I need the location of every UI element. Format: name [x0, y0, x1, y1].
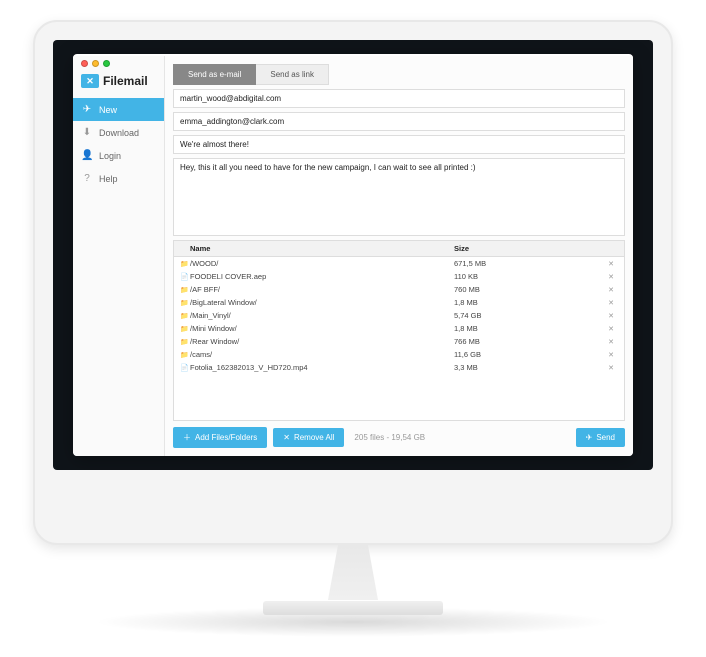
file-size: 1,8 MB: [454, 298, 604, 307]
file-name: /cams/: [190, 350, 454, 359]
main-panel: Send as e-mailSend as link Hey, this it …: [165, 56, 633, 456]
file-size: 110 KB: [454, 272, 604, 281]
remove-file-button[interactable]: ✕: [604, 312, 618, 320]
column-header-name[interactable]: Name: [180, 244, 454, 253]
file-name: /BigLateral Window/: [190, 298, 454, 307]
remove-file-button[interactable]: ✕: [604, 338, 618, 346]
subject-field[interactable]: [173, 135, 625, 154]
table-row[interactable]: 📁/Main_Vinyl/5,74 GB✕: [174, 309, 624, 322]
folder-icon: 📁: [180, 325, 190, 333]
remove-file-button[interactable]: ✕: [604, 273, 618, 281]
file-size: 1,8 MB: [454, 324, 604, 333]
download-icon: ⬇: [81, 127, 93, 138]
monitor-stand: [308, 545, 398, 615]
file-name: /Main_Vinyl/: [190, 311, 454, 320]
sidebar-item-label: Login: [99, 151, 121, 161]
file-name: /Mini Window/: [190, 324, 454, 333]
close-window-button[interactable]: [81, 60, 88, 67]
remove-file-button[interactable]: ✕: [604, 364, 618, 372]
remove-file-button[interactable]: ✕: [604, 325, 618, 333]
file-size: 760 MB: [454, 285, 604, 294]
remove-file-button[interactable]: ✕: [604, 260, 618, 268]
tab-send-as-e-mail[interactable]: Send as e-mail: [173, 64, 256, 85]
file-name: Fotolia_162382013_V_HD720.mp4: [190, 363, 454, 372]
file-size: 3,3 MB: [454, 363, 604, 372]
table-row[interactable]: 📁/cams/11,6 GB✕: [174, 348, 624, 361]
paper-plane-icon: ✈: [81, 104, 93, 115]
tab-send-as-link[interactable]: Send as link: [256, 64, 329, 85]
message-field[interactable]: Hey, this it all you need to have for th…: [173, 158, 625, 236]
table-row[interactable]: 📁/Mini Window/1,8 MB✕: [174, 322, 624, 335]
file-name: /AF BFF/: [190, 285, 454, 294]
file-name: /Rear Window/: [190, 337, 454, 346]
file-icon: 📄: [180, 273, 190, 281]
remove-all-button[interactable]: ✕ Remove All: [273, 428, 344, 447]
file-name: FOODELI COVER.aep: [190, 272, 454, 281]
plus-icon: ＋: [183, 432, 191, 443]
remove-file-button[interactable]: ✕: [604, 286, 618, 294]
window-controls: [81, 60, 110, 67]
send-mode-tabs: Send as e-mailSend as link: [173, 64, 625, 85]
table-row[interactable]: 📄FOODELI COVER.aep110 KB✕: [174, 270, 624, 283]
add-files-button[interactable]: ＋ Add Files/Folders: [173, 427, 267, 448]
app-name: Filemail: [103, 74, 148, 88]
sidebar-item-label: New: [99, 105, 117, 115]
logo-icon: ✕: [81, 74, 99, 88]
sidebar-item-label: Help: [99, 174, 118, 184]
file-table: Name Size 📁/WOOD/671,5 MB✕📄FOODELI COVER…: [173, 240, 625, 421]
sidebar: ✕ Filemail ✈ New ⬇ Download 👤 Login? Help: [73, 56, 165, 456]
file-icon: 📄: [180, 364, 190, 372]
table-row[interactable]: 📁/WOOD/671,5 MB✕: [174, 257, 624, 270]
column-header-size[interactable]: Size: [454, 244, 604, 253]
column-header-delete: [604, 244, 618, 253]
folder-icon: 📁: [180, 338, 190, 346]
sidebar-item-login[interactable]: 👤 Login: [73, 144, 164, 167]
file-summary: 205 files - 19,54 GB: [350, 433, 425, 442]
monitor-chin: [53, 470, 653, 525]
file-size: 671,5 MB: [454, 259, 604, 268]
table-row[interactable]: 📁/AF BFF/760 MB✕: [174, 283, 624, 296]
app-window: ✕ Filemail ✈ New ⬇ Download 👤 Login? Help Send…: [73, 54, 633, 456]
paper-plane-icon: ✈: [586, 433, 593, 442]
sidebar-item-download[interactable]: ⬇ Download: [73, 121, 164, 144]
remove-file-button[interactable]: ✕: [604, 299, 618, 307]
table-row[interactable]: 📁/BigLateral Window/1,8 MB✕: [174, 296, 624, 309]
send-button[interactable]: ✈ Send: [576, 428, 625, 447]
user-icon: 👤: [81, 150, 93, 161]
to-field[interactable]: [173, 89, 625, 108]
folder-icon: 📁: [180, 299, 190, 307]
maximize-window-button[interactable]: [103, 60, 110, 67]
minimize-window-button[interactable]: [92, 60, 99, 67]
file-size: 5,74 GB: [454, 311, 604, 320]
remove-file-button[interactable]: ✕: [604, 351, 618, 359]
table-row[interactable]: 📁/Rear Window/766 MB✕: [174, 335, 624, 348]
folder-icon: 📁: [180, 312, 190, 320]
folder-icon: 📁: [180, 260, 190, 268]
from-field[interactable]: [173, 112, 625, 131]
sidebar-item-help[interactable]: ? Help: [73, 167, 164, 190]
sidebar-item-label: Download: [99, 128, 139, 138]
file-name: /WOOD/: [190, 259, 454, 268]
folder-icon: 📁: [180, 286, 190, 294]
folder-icon: 📁: [180, 351, 190, 359]
file-size: 11,6 GB: [454, 350, 604, 359]
sidebar-item-new[interactable]: ✈ New: [73, 98, 164, 121]
help-icon: ?: [81, 173, 93, 184]
file-size: 766 MB: [454, 337, 604, 346]
remove-icon: ✕: [283, 433, 290, 442]
table-row[interactable]: 📄Fotolia_162382013_V_HD720.mp43,3 MB✕: [174, 361, 624, 374]
